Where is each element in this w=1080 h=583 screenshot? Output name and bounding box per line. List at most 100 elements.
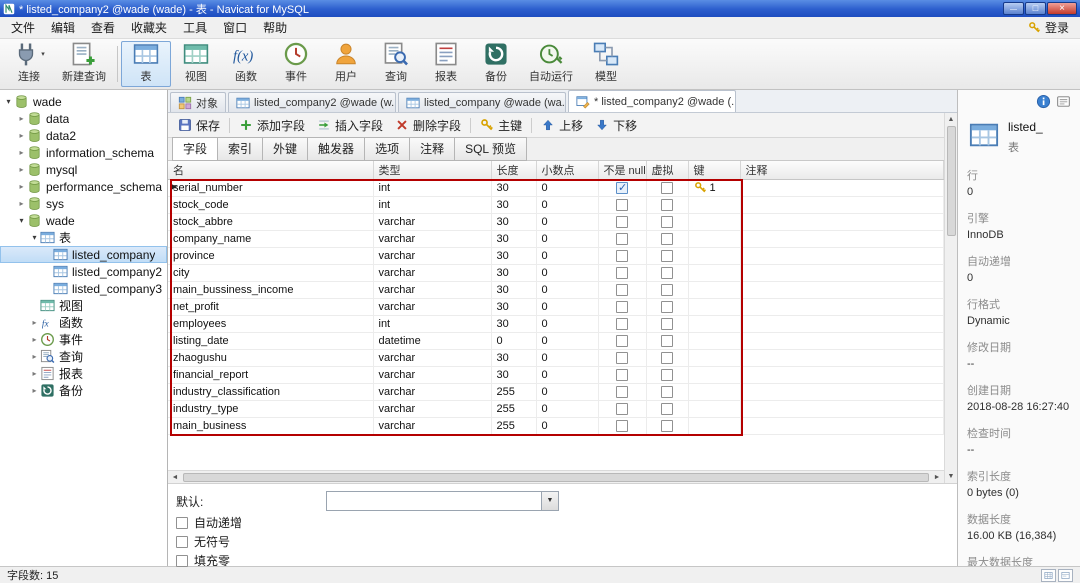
virtual-checkbox[interactable] (661, 317, 673, 330)
not-null-checkbox[interactable] (616, 419, 628, 432)
not-null-checkbox[interactable] (616, 198, 628, 211)
field-row[interactable]: city varchar 30 0 (168, 264, 944, 282)
form-view-icon[interactable] (1058, 568, 1073, 582)
field-notnull-cell[interactable] (598, 417, 647, 435)
field-row[interactable]: company_name varchar 30 0 (168, 230, 944, 248)
field-virtual-cell[interactable] (646, 213, 689, 231)
field-length-cell[interactable]: 0 (491, 332, 537, 350)
field-type-cell[interactable]: varchar (373, 366, 492, 384)
field-name-cell[interactable]: employees (168, 315, 374, 333)
design-tab[interactable]: 选项 (364, 137, 411, 161)
scroll-left-icon[interactable] (168, 474, 182, 481)
field-length-cell[interactable]: 30 (491, 349, 537, 367)
field-notnull-cell[interactable] (598, 247, 647, 265)
field-length-cell[interactable]: 30 (491, 247, 537, 265)
field-name-cell[interactable]: industry_classification (168, 383, 374, 401)
field-row[interactable]: main_bussiness_income varchar 30 0 (168, 281, 944, 299)
menu-item[interactable]: 窗口 (215, 16, 255, 39)
tree-item[interactable]: wade (0, 212, 167, 229)
field-decimals-cell[interactable]: 0 (536, 349, 599, 367)
virtual-checkbox[interactable] (661, 198, 673, 211)
field-length-cell[interactable]: 30 (491, 230, 537, 248)
field-virtual-cell[interactable] (646, 383, 689, 401)
field-length-cell[interactable]: 30 (491, 315, 537, 333)
field-name-cell[interactable]: company_name (168, 230, 374, 248)
info-icon[interactable] (1036, 94, 1051, 109)
virtual-checkbox[interactable] (661, 249, 673, 262)
field-virtual-cell[interactable] (646, 400, 689, 418)
menu-item[interactable]: 查看 (83, 16, 123, 39)
field-name-cell[interactable]: industry_type (168, 400, 374, 418)
menu-item[interactable]: 文件 (3, 16, 43, 39)
field-row[interactable]: industry_classification varchar 255 0 (168, 383, 944, 401)
field-name-cell[interactable]: main_business (168, 417, 374, 435)
field-decimals-cell[interactable]: 0 (536, 383, 599, 401)
scroll-right-icon[interactable] (930, 474, 944, 481)
field-key-cell[interactable] (688, 213, 741, 231)
table-toolbar-button[interactable]: 表 (121, 41, 171, 87)
field-decimals-cell[interactable]: 0 (536, 213, 599, 231)
field-virtual-cell[interactable] (646, 179, 689, 197)
field-key-cell[interactable] (688, 264, 741, 282)
tree-item[interactable]: information_schema (0, 144, 167, 161)
field-virtual-cell[interactable] (646, 196, 689, 214)
field-decimals-cell[interactable]: 0 (536, 315, 599, 333)
tree-expand-icon[interactable] (16, 114, 27, 123)
new-query-toolbar-button[interactable]: 新建查询 (54, 41, 114, 87)
dropdown-arrow-icon[interactable] (41, 50, 45, 58)
notes-icon[interactable] (1056, 94, 1071, 109)
automation-toolbar-button[interactable]: 自动运行 (521, 41, 581, 87)
connection-toolbar-button[interactable]: 连接 (4, 41, 54, 87)
model-toolbar-button[interactable]: 模型 (581, 41, 631, 87)
tree-expand-icon[interactable] (16, 148, 27, 157)
field-type-cell[interactable]: varchar (373, 298, 492, 316)
field-length-cell[interactable]: 30 (491, 213, 537, 231)
field-type-cell[interactable]: varchar (373, 383, 492, 401)
field-notnull-cell[interactable] (598, 264, 647, 282)
title-bar[interactable]: * listed_company2 @wade (wade) - 表 - Nav… (0, 0, 1080, 17)
document-tab[interactable]: listed_company @wade (wa... (398, 92, 566, 112)
field-key-cell[interactable] (688, 196, 741, 214)
field-notnull-cell[interactable] (598, 230, 647, 248)
view-toolbar-button[interactable]: 视图 (171, 41, 221, 87)
user-toolbar-button[interactable]: 用户 (321, 41, 371, 87)
field-decimals-cell[interactable]: 0 (536, 298, 599, 316)
tree-expand-icon[interactable] (29, 335, 40, 344)
not-null-checkbox[interactable] (616, 317, 628, 330)
not-null-checkbox[interactable] (616, 334, 628, 347)
not-null-checkbox[interactable] (616, 283, 628, 296)
not-null-checkbox[interactable] (616, 232, 628, 245)
field-key-cell[interactable] (688, 349, 741, 367)
field-length-cell[interactable]: 30 (491, 298, 537, 316)
field-comment-cell[interactable] (740, 315, 944, 333)
horizontal-scroll-thumb[interactable] (183, 472, 929, 482)
field-decimals-cell[interactable]: 0 (536, 179, 599, 197)
field-length-cell[interactable]: 30 (491, 264, 537, 282)
menu-item[interactable]: 工具 (175, 16, 215, 39)
backup-toolbar-button[interactable]: 备份 (471, 41, 521, 87)
virtual-checkbox[interactable] (661, 232, 673, 245)
field-name-cell[interactable]: stock_code (168, 196, 374, 214)
field-virtual-cell[interactable] (646, 247, 689, 265)
not-null-checkbox[interactable] (616, 215, 628, 228)
field-name-cell[interactable]: zhaogushu (168, 349, 374, 367)
tree-expand-icon[interactable] (16, 182, 27, 191)
primary-key-button[interactable]: 主键 (474, 115, 528, 136)
field-virtual-cell[interactable] (646, 230, 689, 248)
field-key-cell[interactable] (688, 366, 741, 384)
field-length-cell[interactable]: 30 (491, 196, 537, 214)
virtual-checkbox[interactable] (661, 300, 673, 313)
field-length-cell[interactable]: 255 (491, 417, 537, 435)
field-virtual-cell[interactable] (646, 366, 689, 384)
field-comment-cell[interactable] (740, 230, 944, 248)
field-virtual-cell[interactable] (646, 417, 689, 435)
virtual-checkbox[interactable] (661, 402, 673, 415)
field-notnull-cell[interactable] (598, 315, 647, 333)
field-key-cell[interactable]: 1 (688, 179, 741, 197)
field-key-cell[interactable] (688, 230, 741, 248)
option-checkbox[interactable] (176, 516, 188, 529)
field-notnull-cell[interactable] (598, 332, 647, 350)
tree-item[interactable]: listed_company2 (0, 263, 167, 280)
field-virtual-cell[interactable] (646, 264, 689, 282)
field-name-cell[interactable]: serial_number (168, 179, 374, 197)
